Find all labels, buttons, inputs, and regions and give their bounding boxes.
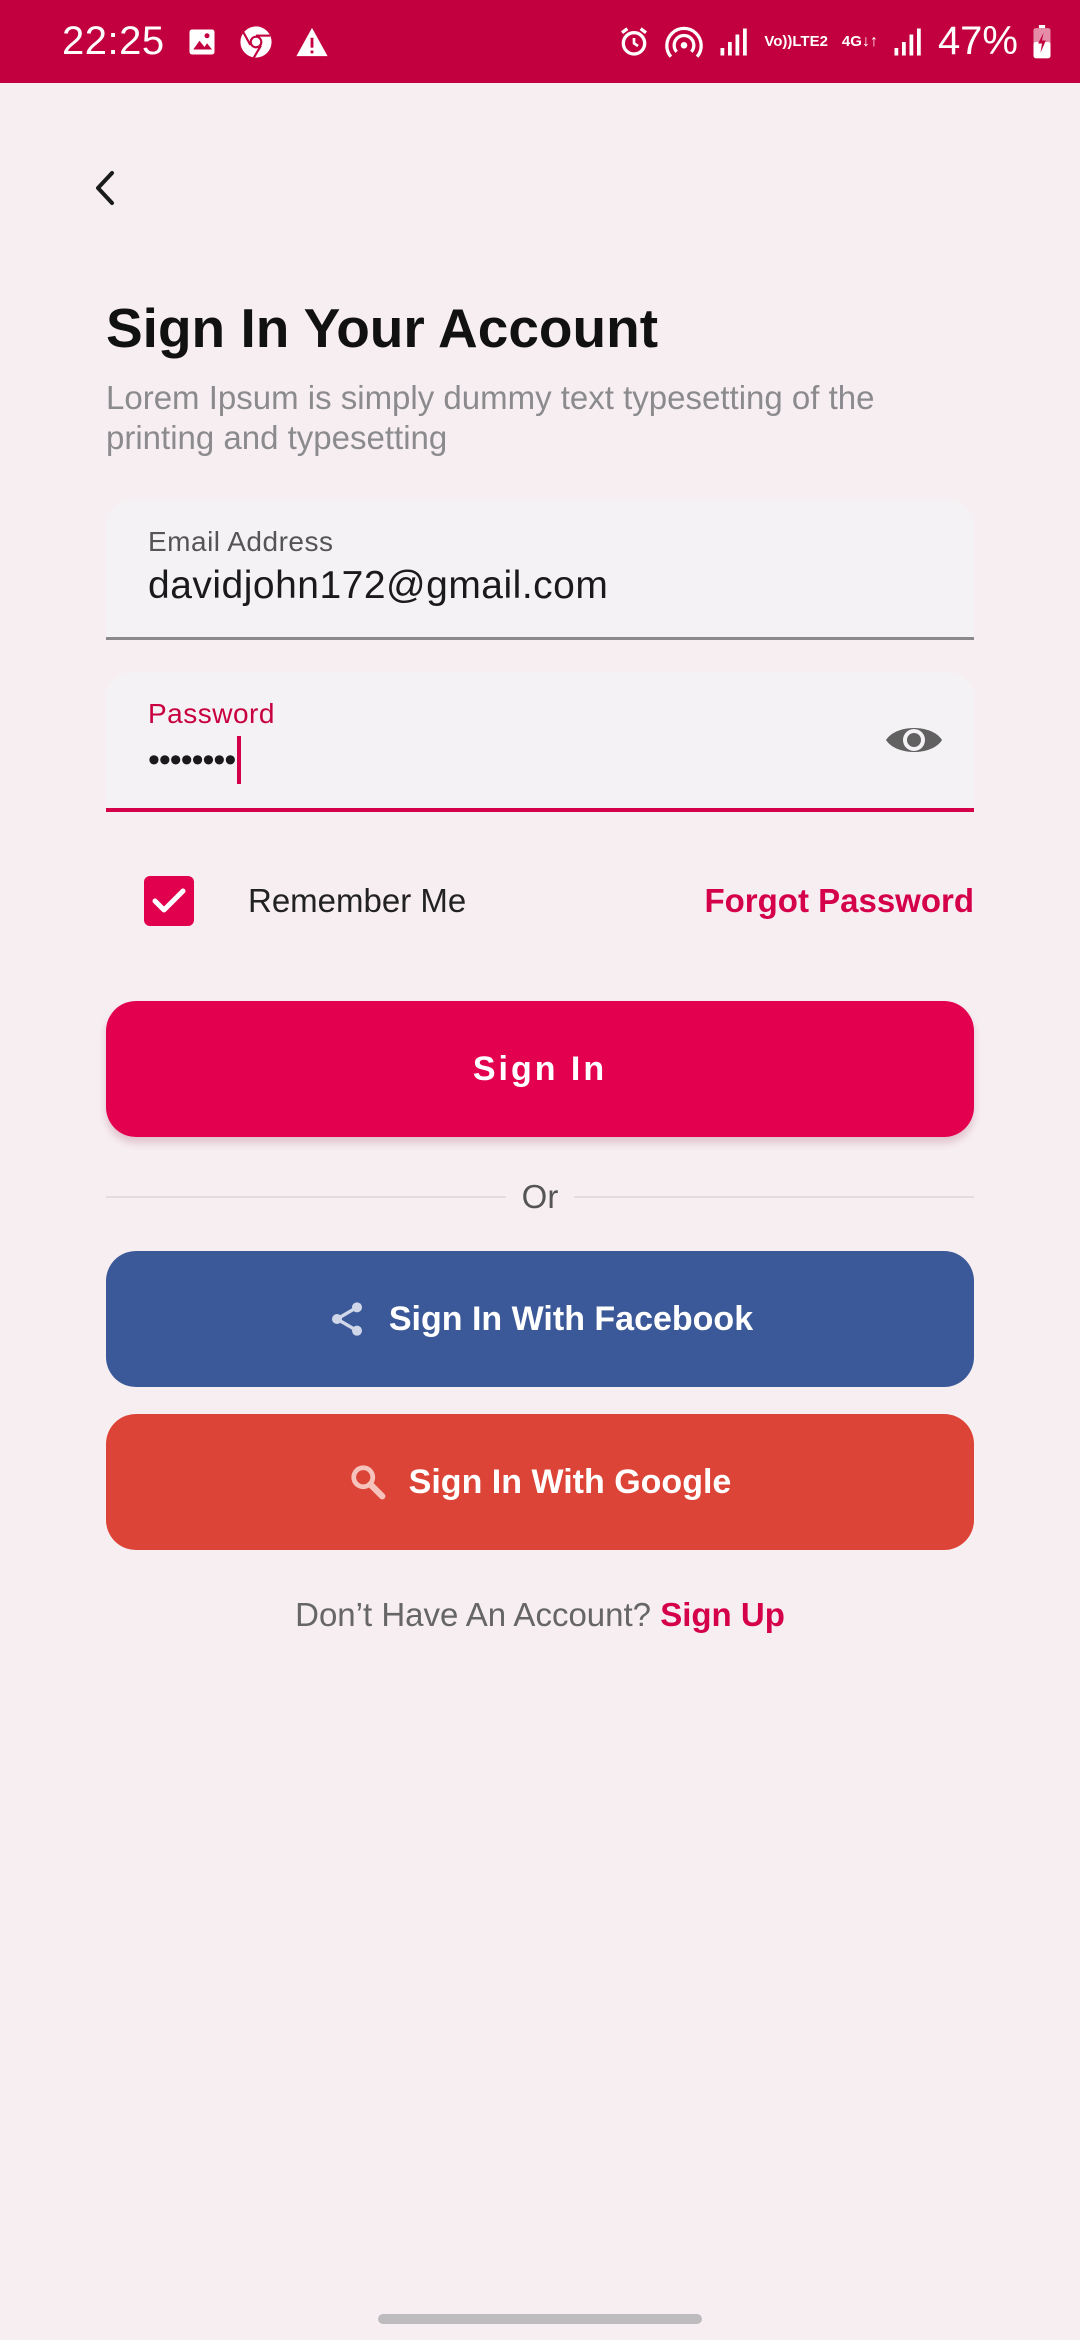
alarm-icon bbox=[618, 26, 650, 58]
battery-icon bbox=[1032, 24, 1052, 59]
signup-prompt: Don’t Have An Account? bbox=[295, 1596, 652, 1633]
battery-percent: 47% bbox=[937, 19, 1018, 63]
text-caret bbox=[237, 736, 242, 784]
search-icon bbox=[351, 1465, 386, 1500]
remember-me-label[interactable]: Remember Me bbox=[248, 882, 466, 920]
status-time: 22:25 bbox=[62, 19, 165, 63]
email-field-value[interactable]: davidjohn172@gmail.com bbox=[148, 564, 608, 608]
facebook-button-label: Sign In With Facebook bbox=[388, 1299, 754, 1338]
home-indicator[interactable] bbox=[378, 2314, 702, 2324]
page-subtitle: Lorem Ipsum is simply dummy text typeset… bbox=[106, 379, 875, 456]
page-title: Sign In Your Account bbox=[106, 297, 659, 359]
remember-me-checkbox[interactable] bbox=[144, 876, 194, 926]
data-type-label: 4G bbox=[841, 32, 862, 50]
data-type-indicator: 4G ↓↑ bbox=[841, 32, 878, 50]
password-field[interactable]: Password •••••••• bbox=[106, 672, 974, 812]
google-sign-in-button[interactable]: Sign In With Google bbox=[106, 1414, 974, 1550]
checkmark-icon bbox=[152, 888, 186, 913]
signup-row: Don’t Have An Account? Sign Up bbox=[0, 1596, 1080, 1634]
chrome-icon bbox=[239, 25, 273, 59]
share-icon bbox=[331, 1302, 362, 1336]
status-bar: 22:25 Vo)) LTE2 4G ↓↑ 47% bbox=[0, 0, 1080, 83]
sign-up-link[interactable]: Sign Up bbox=[660, 1596, 785, 1633]
hotspot-icon bbox=[664, 24, 704, 60]
forgot-password-link[interactable]: Forgot Password bbox=[704, 882, 974, 920]
password-field-value[interactable]: •••••••• bbox=[148, 736, 242, 784]
email-field[interactable]: Email Address davidjohn172@gmail.com bbox=[106, 500, 974, 640]
network-top-label: Vo)) bbox=[764, 32, 793, 50]
sign-in-button-label: Sign In bbox=[472, 1049, 608, 1088]
signal-icon bbox=[718, 27, 750, 57]
facebook-sign-in-button[interactable]: Sign In With Facebook bbox=[106, 1251, 974, 1387]
google-button-label: Sign In With Google bbox=[408, 1462, 732, 1501]
divider-line-right bbox=[574, 1196, 974, 1198]
show-password-button[interactable] bbox=[884, 718, 944, 762]
password-field-label: Password bbox=[148, 698, 275, 729]
sign-in-button[interactable]: Sign In bbox=[106, 1001, 974, 1137]
image-icon bbox=[187, 27, 217, 57]
data-arrows-icon: ↓↑ bbox=[861, 32, 878, 50]
signal-icon bbox=[892, 27, 924, 57]
network-bottom-label: LTE2 bbox=[792, 32, 828, 50]
email-field-label: Email Address bbox=[148, 526, 334, 557]
divider-line-left bbox=[106, 1196, 506, 1198]
divider-or-label: Or bbox=[521, 1178, 559, 1215]
status-right: Vo)) LTE2 4G ↓↑ 47% bbox=[618, 19, 1052, 64]
warning-icon bbox=[295, 26, 329, 58]
chevron-left-icon bbox=[96, 171, 114, 205]
network-type-indicator: Vo)) LTE2 bbox=[764, 32, 828, 50]
back-button[interactable] bbox=[80, 158, 130, 218]
password-mask: •••••••• bbox=[148, 740, 236, 779]
eye-icon bbox=[886, 728, 942, 752]
status-left: 22:25 bbox=[62, 19, 329, 64]
